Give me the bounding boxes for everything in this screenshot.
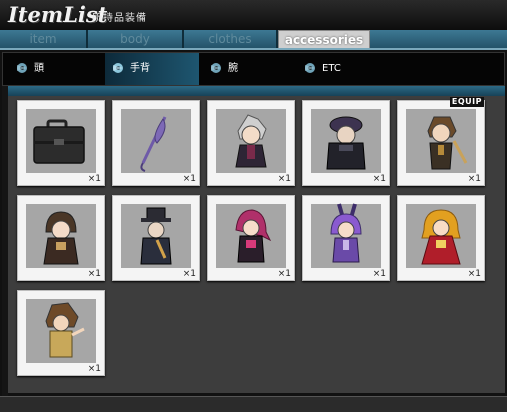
chibi-character-icon <box>421 209 461 265</box>
subtab-label: 腕 <box>228 63 238 74</box>
briefcase-icon <box>33 119 85 164</box>
item-quantity: ×1 <box>277 269 291 279</box>
sub-tabs: 頭 手背 腕 ETC <box>2 52 505 86</box>
item-grid-panel: ×1 ×1 ×1 ×1 EQUIP ×1 ×1 ×1 ×1 ×1 ×1 ×1 <box>8 96 505 393</box>
item-quantity: ×1 <box>277 174 291 184</box>
subtab-label: 手背 <box>130 63 150 74</box>
item-quantity: ×1 <box>87 269 101 279</box>
item-slot-chibi-purple-bunny[interactable]: ×1 <box>302 195 390 281</box>
item-quantity: ×1 <box>467 269 481 279</box>
chibi-character-icon <box>235 209 272 263</box>
item-slot-chibi-pink-hair[interactable]: ×1 <box>207 195 295 281</box>
chibi-character-icon <box>140 207 172 265</box>
subtab-label: ETC <box>322 63 341 74</box>
item-slot-chibi-brown-hair[interactable]: EQUIP ×1 <box>397 97 485 186</box>
chibi-character-icon <box>45 302 85 358</box>
chibi-character-icon <box>43 211 79 265</box>
item-slot-umbrella[interactable]: ×1 <box>112 100 200 186</box>
gear-arrow-icon <box>17 63 27 73</box>
item-slot-briefcase[interactable]: ×1 <box>17 100 105 186</box>
tab-item[interactable]: item <box>0 30 88 48</box>
umbrella-icon <box>140 116 167 172</box>
item-quantity: ×1 <box>467 174 481 184</box>
item-quantity: ×1 <box>182 174 196 184</box>
item-quantity: ×1 <box>87 174 101 184</box>
tab-bar-fill <box>370 30 507 48</box>
chibi-character-icon <box>326 116 366 170</box>
item-slot-chibi-white-hair[interactable]: ×1 <box>207 100 295 186</box>
subtab-label: 頭 <box>34 63 44 74</box>
tab-accessories[interactable]: accessories <box>278 30 370 48</box>
gear-arrow-icon <box>113 63 123 73</box>
tab-body[interactable]: body <box>88 30 184 48</box>
item-slot-chibi-hooded-girl[interactable]: ×1 <box>17 195 105 281</box>
title-bar: ItemList 所持品装備 <box>0 0 507 31</box>
subtab-back-of-hand[interactable]: 手背 <box>105 53 199 85</box>
item-quantity: ×1 <box>182 269 196 279</box>
item-list-window: ItemList 所持品装備 item body clothes accesso… <box>0 0 507 412</box>
tab-clothes[interactable]: clothes <box>184 30 278 48</box>
header-strip <box>8 86 505 96</box>
chibi-character-icon <box>427 116 468 170</box>
item-slot-chibi-red-dress[interactable]: ×1 <box>397 195 485 281</box>
item-slot-chibi-top-hat[interactable]: ×1 <box>112 195 200 281</box>
gear-arrow-icon <box>305 63 315 73</box>
item-slot-chibi-dark-hat[interactable]: ×1 <box>302 100 390 186</box>
item-quantity: ×1 <box>372 269 386 279</box>
gear-arrow-icon <box>211 63 221 73</box>
page-subtitle: 所持品装備 <box>92 13 147 24</box>
bottom-bar <box>0 396 507 412</box>
category-tabs: item body clothes accessories <box>0 30 507 50</box>
chibi-character-icon <box>235 114 267 168</box>
chibi-character-icon <box>330 203 362 263</box>
subtab-etc[interactable]: ETC <box>299 53 389 85</box>
item-quantity: ×1 <box>87 364 101 374</box>
subtab-arm[interactable]: 腕 <box>205 53 295 85</box>
subtab-head[interactable]: 頭 <box>11 53 101 85</box>
item-quantity: ×1 <box>372 174 386 184</box>
item-slot-chibi-brown-boy[interactable]: ×1 <box>17 290 105 376</box>
